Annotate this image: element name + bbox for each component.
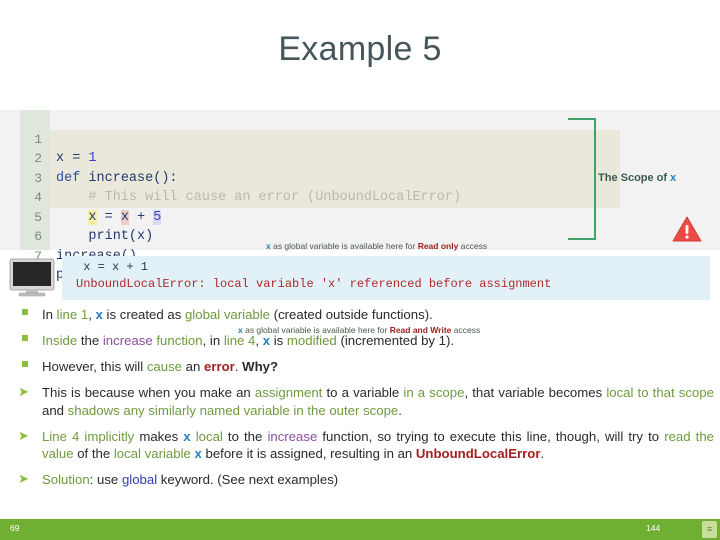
code-line: 1 x = 1 (20, 110, 620, 167)
square-bullet-icon (22, 309, 28, 315)
bullet-text: Inside the increase function, in line 4,… (42, 333, 455, 348)
code-line: 3 # This will cause an error (UnboundLoc… (20, 149, 620, 206)
code-line: 2 def increase(): (20, 130, 620, 186)
bullet-text: Line 4 implicitly makes x local to the i… (42, 428, 714, 462)
footer-bar: 69 144 (0, 519, 720, 540)
annotation-read-only: x as global variable is available here f… (266, 241, 488, 251)
page-title: Example 5 (278, 30, 442, 68)
arrow-bullet-icon: ➤ (18, 427, 29, 443)
bullet-text: In line 1, x is created as global variab… (42, 307, 433, 322)
square-bullet-icon (22, 361, 28, 367)
code-line: 4 x = x + 5 (20, 169, 620, 225)
bullet-text: Solution: use global keyword. (See next … (42, 472, 339, 487)
bullet-list: In line 1, x is created as global variab… (8, 306, 714, 497)
arrow-bullet-icon: ➤ (18, 384, 29, 399)
list-item: ➤ Line 4 implicitly makes x local to the… (8, 428, 714, 463)
scope-bracket (568, 118, 596, 240)
menu-badge-icon[interactable]: ≡ (702, 521, 717, 538)
slide-number-right: 144 (646, 523, 661, 533)
arrow-bullet-icon: ➤ (18, 471, 29, 486)
list-item: However, this will cause an error. Why? (8, 358, 714, 376)
bullet-text: This is because when you make an assignm… (42, 385, 715, 418)
list-item: ➤ This is because when you make an assig… (8, 384, 714, 419)
bullet-text: However, this will cause an error. Why? (42, 359, 279, 374)
code-listing: 1 x = 1 2 def increase(): 3 # This will … (20, 110, 620, 283)
scope-label: The Scope of x (598, 172, 677, 184)
code-line: 5 print(x) (20, 188, 620, 245)
square-bullet-icon (22, 335, 28, 341)
slide: Example 5 1 x = 1 2 def increase(): 3 # … (0, 0, 720, 540)
warning-icon (672, 216, 702, 243)
console-output: x = x + 1 UnboundLocalError: local varia… (62, 256, 710, 300)
monitor-icon (8, 258, 60, 298)
list-item: Inside the increase function, in line 4,… (8, 332, 714, 350)
list-item: In line 1, x is created as global variab… (8, 306, 714, 324)
console-line-1: x = x + 1 (76, 260, 149, 274)
console-error-line: UnboundLocalError: local variable 'x' re… (76, 277, 552, 291)
slide-number-left: 69 (10, 523, 20, 533)
list-item: ➤ Solution: use global keyword. (See nex… (8, 471, 714, 489)
code-line: 6 increase() (20, 208, 620, 264)
